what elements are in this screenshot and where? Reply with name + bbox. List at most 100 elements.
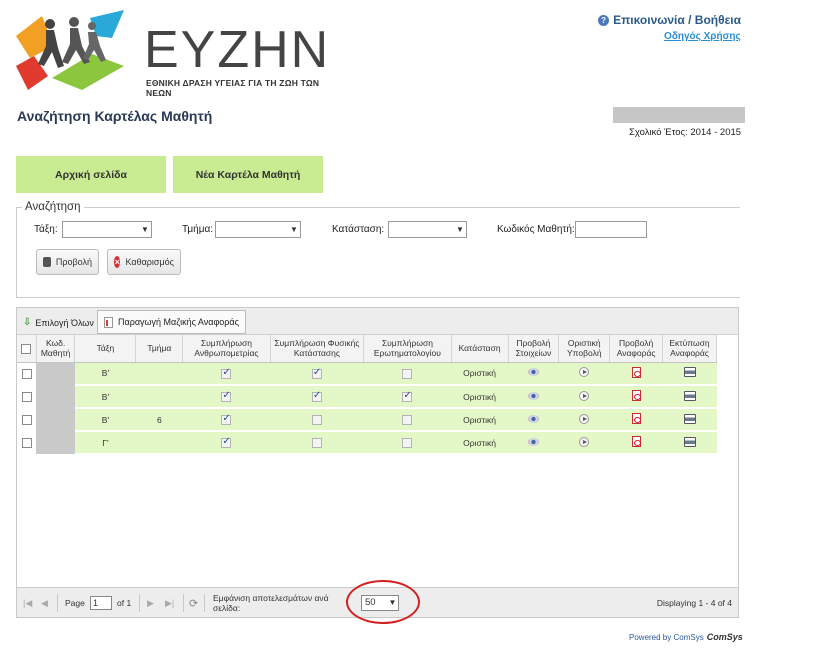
row-select-cell[interactable] — [17, 362, 37, 386]
view-details-cell — [508, 408, 559, 432]
last-page-icon[interactable]: ▶| — [165, 598, 174, 609]
class-cell: Β' — [74, 385, 136, 409]
row-checkbox[interactable] — [21, 437, 32, 448]
col-print-report: Εκτύπωση Αναφοράς — [662, 335, 717, 363]
comsys-logo: ComSys — [706, 632, 743, 642]
col-status[interactable]: Κατάσταση — [451, 335, 509, 363]
eye-icon[interactable] — [527, 368, 539, 377]
student-code-cell — [36, 385, 75, 408]
new-student-card-button[interactable]: Νέα Καρτέλα Μαθητή — [173, 156, 323, 193]
logo-word: ΕΥΖΗΝ — [144, 21, 331, 79]
col-physical[interactable]: Συμπλήρωση Φυσικής Κατάστασης — [270, 335, 365, 363]
physical-cell — [270, 362, 364, 386]
anthro-checkbox — [221, 367, 232, 379]
print-report-cell — [662, 431, 717, 455]
page-number-input[interactable]: 1 — [90, 596, 112, 610]
refresh-icon[interactable]: ⟳ — [189, 597, 198, 610]
anthro-checkbox — [221, 390, 232, 402]
section-cell: 6 — [135, 408, 183, 432]
pdf-icon[interactable] — [631, 413, 641, 424]
status-select[interactable]: ▼ — [388, 221, 467, 238]
row-checkbox[interactable] — [21, 368, 32, 379]
view-details-cell — [508, 362, 559, 386]
grid-toolbar: ⇩ Επιλογή Όλων Παραγωγή Μαζικής Αναφοράς — [17, 308, 738, 335]
prev-page-icon[interactable]: ◀ — [41, 598, 48, 609]
table-header-row: Κωδ. Μαθητή Τάξη Τμήμα Συμπλήρωση Ανθρωπ… — [17, 335, 717, 363]
final-submit-cell — [558, 408, 610, 432]
printer-icon[interactable] — [683, 367, 696, 378]
print-report-cell — [662, 362, 717, 386]
printer-icon[interactable] — [683, 413, 696, 424]
chevron-down-icon: ▼ — [141, 225, 149, 234]
final-submit-cell — [558, 385, 610, 409]
per-page-label: Εμφάνιση αποτελεσμάτων ανά σελίδα: — [213, 593, 329, 613]
physical-cell — [270, 408, 364, 432]
col-code[interactable]: Κωδ. Μαθητή — [36, 335, 76, 363]
home-button[interactable]: Αρχική σελίδα — [16, 156, 166, 193]
pdf-icon[interactable] — [631, 436, 641, 447]
mass-report-button[interactable]: Παραγωγή Μαζικής Αναφοράς — [97, 310, 246, 334]
row-checkbox[interactable] — [21, 414, 32, 425]
user-guide-link[interactable]: Οδηγός Χρήσης — [664, 31, 741, 42]
submit-arrow-icon[interactable] — [579, 413, 590, 424]
status-cell: Οριστική — [451, 431, 509, 455]
clear-button[interactable]: × Καθαρισμός — [107, 249, 181, 275]
col-anthro[interactable]: Συμπλήρωση Ανθρωπομετρίας — [182, 335, 271, 363]
binoculars-icon — [43, 257, 51, 267]
eye-icon[interactable] — [527, 414, 539, 423]
col-questionnaire[interactable]: Συμπλήρωση Ερωτηματολογίου — [363, 335, 452, 363]
physical-checkbox — [311, 367, 322, 379]
questionnaire-cell — [363, 408, 452, 432]
select-all-checkbox[interactable] — [21, 343, 32, 354]
eye-icon[interactable] — [527, 391, 539, 400]
col-view-details: Προβολή Στοιχείων — [508, 335, 560, 363]
table-row[interactable]: Β' Οριστική — [17, 385, 717, 409]
help-area: ? Επικοινωνία / Βοήθεια — [598, 13, 741, 27]
table-row[interactable]: Γ' Οριστική — [17, 431, 717, 455]
search-legend: Αναζήτηση — [22, 201, 84, 213]
section-cell — [135, 431, 183, 455]
submit-arrow-icon[interactable] — [579, 367, 590, 378]
final-submit-cell — [558, 362, 610, 386]
physical-checkbox — [311, 390, 322, 402]
table-row[interactable]: Β' 6 Οριστική — [17, 408, 717, 432]
printer-icon[interactable] — [683, 436, 696, 447]
class-select[interactable]: ▼ — [62, 221, 152, 238]
submit-arrow-icon[interactable] — [579, 390, 590, 401]
pager-divider — [183, 594, 184, 612]
submit-arrow-icon[interactable] — [579, 436, 590, 447]
col-section[interactable]: Τμήμα — [135, 335, 184, 363]
pdf-icon[interactable] — [631, 366, 641, 378]
page-title: Αναζήτηση Καρτέλας Μαθητή — [17, 108, 213, 124]
view-button[interactable]: Προβολή — [36, 249, 99, 275]
select-all-button[interactable]: ⇩ Επιλογή Όλων — [23, 317, 94, 328]
class-cell: Β' — [74, 408, 136, 432]
powered-by: Powered by ComSys ComSys — [629, 632, 743, 642]
class-cell: Β' — [74, 362, 136, 386]
student-code-input[interactable] — [575, 221, 647, 238]
section-select[interactable]: ▼ — [215, 221, 301, 238]
table-row[interactable]: Β' Οριστική — [17, 362, 717, 386]
row-select-cell[interactable] — [17, 431, 37, 455]
first-page-icon[interactable]: |◀ — [23, 598, 32, 609]
printer-icon[interactable] — [683, 390, 696, 401]
row-select-cell[interactable] — [17, 408, 37, 432]
question-icon: ? — [598, 14, 610, 26]
physical-cell — [270, 385, 364, 409]
row-checkbox[interactable] — [21, 391, 32, 402]
col-class[interactable]: Τάξη — [74, 335, 137, 363]
view-details-cell — [508, 385, 559, 409]
page-label: Page — [65, 598, 85, 608]
row-select-cell[interactable] — [17, 385, 37, 409]
eye-icon[interactable] — [527, 437, 539, 446]
status-cell: Οριστική — [451, 362, 509, 386]
status-cell: Οριστική — [451, 408, 509, 432]
clear-icon: × — [114, 256, 121, 268]
contact-help-link[interactable]: ? Επικοινωνία / Βοήθεια — [598, 13, 741, 27]
print-report-cell — [662, 385, 717, 409]
next-page-icon[interactable]: ▶ — [147, 598, 154, 609]
pdf-icon[interactable] — [631, 390, 641, 401]
chevron-down-icon: ▼ — [456, 225, 464, 234]
print-report-cell — [662, 408, 717, 432]
header-checkbox-cell[interactable] — [17, 335, 37, 363]
